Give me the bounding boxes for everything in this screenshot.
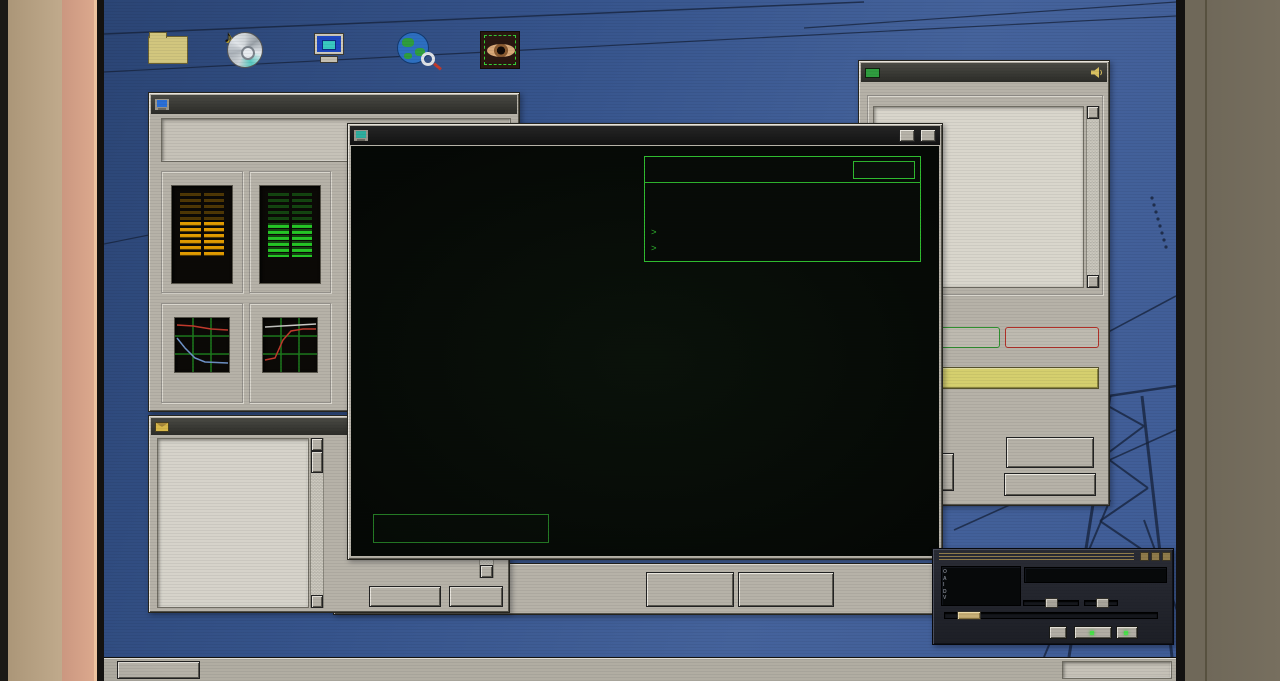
prompt-icon: > (651, 243, 677, 254)
clutterbar[interactable]: OAIDV (943, 569, 947, 602)
inbox-message-list (157, 438, 309, 608)
player-titlebar[interactable] (935, 551, 1171, 562)
bezel-tan-strip (8, 0, 62, 681)
seek-slider[interactable] (944, 612, 1158, 619)
balance-thumb[interactable] (1096, 598, 1109, 608)
hub-titlebar[interactable] (350, 126, 940, 145)
bezel-pink-strip (62, 0, 94, 681)
taskbar (104, 657, 1176, 681)
scrollbar-thumb[interactable] (311, 451, 323, 473)
desktop-icon-music-player[interactable]: ♪ (206, 26, 284, 77)
memory-group (249, 171, 331, 293)
scroll-up-arrow[interactable] (311, 438, 323, 451)
scroll-up-arrow[interactable] (1087, 106, 1099, 119)
eye-scan-icon (480, 31, 520, 69)
desktop-icon-faceminer[interactable] (461, 26, 539, 77)
delete-all-button[interactable] (369, 586, 441, 607)
player-shade-button[interactable] (1151, 552, 1160, 561)
surveillance-hub-window: > > (347, 123, 943, 560)
max-size-row: > (651, 243, 914, 254)
shuffle-led (1090, 631, 1094, 635)
music-player-window: OAIDV (932, 548, 1174, 645)
harvest-package-button[interactable] (373, 514, 549, 543)
bezel-right-inner (1185, 0, 1207, 681)
surveillance-canvas: > > (351, 146, 939, 556)
power-group (161, 303, 243, 403)
marketplace-titlebar[interactable] (861, 63, 1107, 82)
storage-group (161, 171, 243, 293)
player-minimize-button[interactable] (1140, 552, 1149, 561)
bezel-dark-right (1176, 0, 1185, 681)
monitor-icon (354, 130, 368, 141)
balance-slider[interactable] (1084, 600, 1118, 606)
scroll-down-arrow[interactable] (1087, 275, 1099, 288)
downgrade-button[interactable] (1004, 473, 1096, 496)
menu-button[interactable] (117, 661, 200, 679)
min-size-row: > (651, 227, 914, 238)
player-close-button[interactable] (1162, 552, 1171, 561)
water-group (249, 303, 331, 403)
bezel-left-edge (0, 0, 8, 681)
marketplace-scrollbar[interactable] (1086, 106, 1100, 288)
dialog-close-button[interactable] (853, 161, 915, 179)
repeat-button[interactable] (1116, 626, 1138, 639)
volume-thumb[interactable] (1045, 598, 1058, 608)
computer-icon (312, 33, 346, 67)
welcome-dialog: > > (644, 156, 921, 262)
storage-gauge (171, 185, 233, 284)
track-title-display (1024, 567, 1167, 583)
uses-power-badge (1005, 327, 1099, 348)
bezel-dark-left (97, 0, 104, 681)
desktop-icon-documents[interactable] (129, 26, 207, 77)
desktop: ♪ (104, 0, 1176, 681)
minimize-button[interactable] (899, 129, 915, 142)
monitor-photo: ♪ (0, 0, 1280, 681)
skip-button[interactable] (646, 572, 734, 607)
manual-mode-button[interactable] (738, 572, 834, 607)
speaker-icon[interactable] (1091, 67, 1103, 78)
cd-icon (227, 32, 263, 68)
titlebar-ridges (939, 553, 1134, 560)
power-chart (174, 317, 230, 373)
delete-button[interactable] (449, 586, 503, 607)
hardware-window-titlebar[interactable] (151, 95, 517, 114)
computer-icon (155, 99, 169, 110)
open-impact-prediction-button[interactable] (929, 367, 1099, 389)
music-note-icon: ♪ (224, 27, 233, 47)
shuffle-button[interactable] (1074, 626, 1112, 639)
upgrade-button[interactable] (1006, 437, 1094, 468)
desktop-icon-surveillance[interactable] (376, 26, 454, 77)
time-display: OAIDV (941, 566, 1021, 606)
bezel-right-outer (1207, 0, 1280, 681)
scroll-down-arrow[interactable] (311, 595, 323, 608)
memory-gauge (259, 185, 321, 284)
close-button[interactable] (920, 129, 936, 142)
scroll-down-arrow[interactable] (480, 565, 493, 578)
eject-button[interactable] (1049, 626, 1067, 639)
envelope-icon (155, 422, 169, 432)
inbox-scrollbar[interactable] (310, 438, 324, 608)
seek-thumb[interactable] (957, 611, 981, 620)
globe-magnifier-icon (397, 32, 433, 68)
temperature-badge (936, 327, 1000, 348)
volume-slider[interactable] (1023, 600, 1079, 606)
folder-icon (148, 36, 188, 64)
prompt-icon: > (651, 227, 677, 238)
marketplace-icon (865, 68, 880, 78)
desktop-icon-system[interactable] (290, 26, 368, 77)
taskbar-clock (1062, 661, 1172, 679)
repeat-led (1124, 631, 1128, 635)
water-chart (262, 317, 318, 373)
